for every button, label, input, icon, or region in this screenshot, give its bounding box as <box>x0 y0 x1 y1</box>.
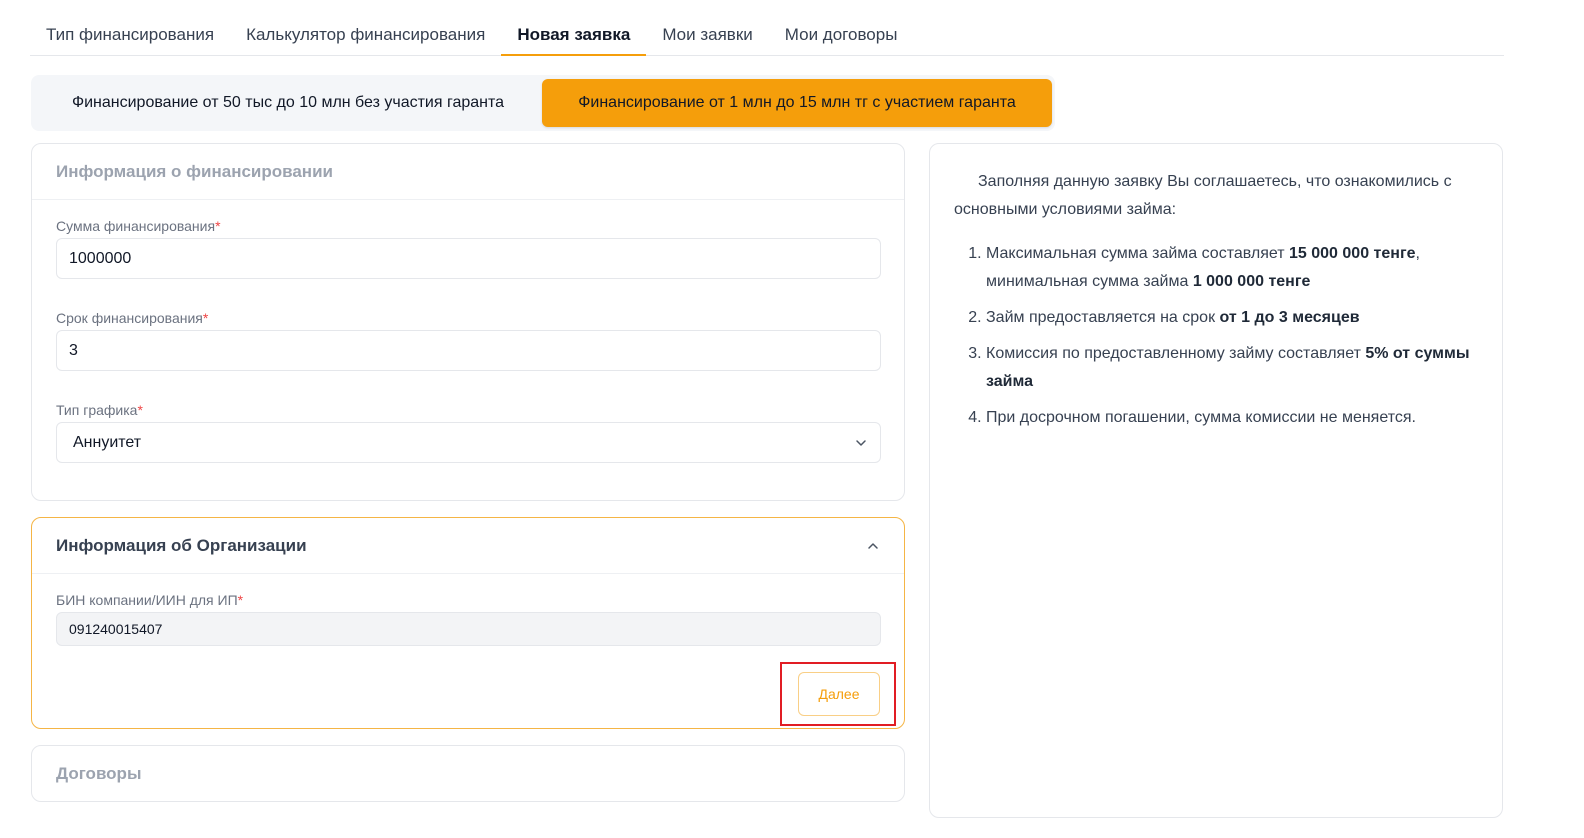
required-mark: * <box>237 592 244 608</box>
list-item: Займ предоставляется на срок от 1 до 3 м… <box>986 304 1478 332</box>
organization-info-title: Информация об Организации <box>56 535 307 555</box>
list-item: Комиссия по предоставленному займу соста… <box>986 340 1478 396</box>
amount-value: 1000000 <box>69 249 132 267</box>
next-button[interactable]: Далее <box>798 672 880 716</box>
required-mark: * <box>215 218 221 234</box>
segment-without-guarantor[interactable]: Финансирование от 50 тыс до 10 млн без у… <box>35 79 541 127</box>
organization-info-header[interactable]: Информация об Организации <box>32 518 904 574</box>
amount-input[interactable]: 1000000 <box>56 238 881 279</box>
segment-with-guarantor[interactable]: Финансирование от 1 млн до 15 млн тг с у… <box>542 79 1052 127</box>
list-item: При досрочном погашении, сумма комиссии … <box>986 404 1478 432</box>
term-field-group: Срок финансирования* 3 <box>56 308 881 371</box>
financing-type-segment: Финансирование от 50 тыс до 10 млн без у… <box>31 75 1055 131</box>
schedule-value: Аннуитет <box>73 433 142 451</box>
amount-field-group: Сумма финансирования* 1000000 <box>56 216 881 279</box>
bin-value: 091240015407 <box>69 621 163 637</box>
organization-info-panel: Информация об Организации БИН компании/И… <box>31 517 905 729</box>
financing-info-panel: Информация о финансировании Сумма финанс… <box>31 143 905 501</box>
bin-label: БИН компании/ИИН для ИП* <box>56 592 244 608</box>
main-tabs: Тип финансирования Калькулятор финансиро… <box>30 14 1504 56</box>
financing-info-header: Информация о финансировании <box>32 144 904 200</box>
contracts-title: Договоры <box>56 763 142 783</box>
chevron-up-icon[interactable] <box>866 539 880 553</box>
required-mark: * <box>202 310 209 326</box>
bin-field-group: БИН компании/ИИН для ИП* 091240015407 <box>56 590 881 646</box>
loan-conditions-panel: Заполняя данную заявку Вы соглашаетесь, … <box>929 143 1503 818</box>
bin-input: 091240015407 <box>56 612 881 646</box>
amount-label: Сумма финансирования* <box>56 218 221 234</box>
contracts-header[interactable]: Договоры <box>32 746 904 801</box>
schedule-select[interactable]: Аннуитет <box>56 422 881 463</box>
tab-my-contracts[interactable]: Мои договоры <box>769 14 914 55</box>
schedule-field-group: Тип графика* Аннуитет <box>56 400 881 463</box>
conditions-intro: Заполняя данную заявку Вы соглашаетесь, … <box>954 173 1452 218</box>
tab-new-application[interactable]: Новая заявка <box>501 14 647 56</box>
term-value: 3 <box>69 341 78 359</box>
tab-my-applications[interactable]: Мои заявки <box>646 14 768 55</box>
chevron-down-icon <box>856 439 866 446</box>
tab-financing-type[interactable]: Тип финансирования <box>30 14 230 55</box>
list-item: Максимальная сумма займа составляет 15 0… <box>986 240 1478 296</box>
conditions-list: Максимальная сумма займа составляет 15 0… <box>954 240 1478 432</box>
tab-financing-calculator[interactable]: Калькулятор финансирования <box>230 14 501 55</box>
term-label: Срок финансирования* <box>56 310 209 326</box>
contracts-panel: Договоры <box>31 745 905 802</box>
required-mark: * <box>137 402 143 418</box>
term-input[interactable]: 3 <box>56 330 881 371</box>
financing-info-title: Информация о финансировании <box>56 161 333 181</box>
schedule-label: Тип графика* <box>56 402 143 418</box>
